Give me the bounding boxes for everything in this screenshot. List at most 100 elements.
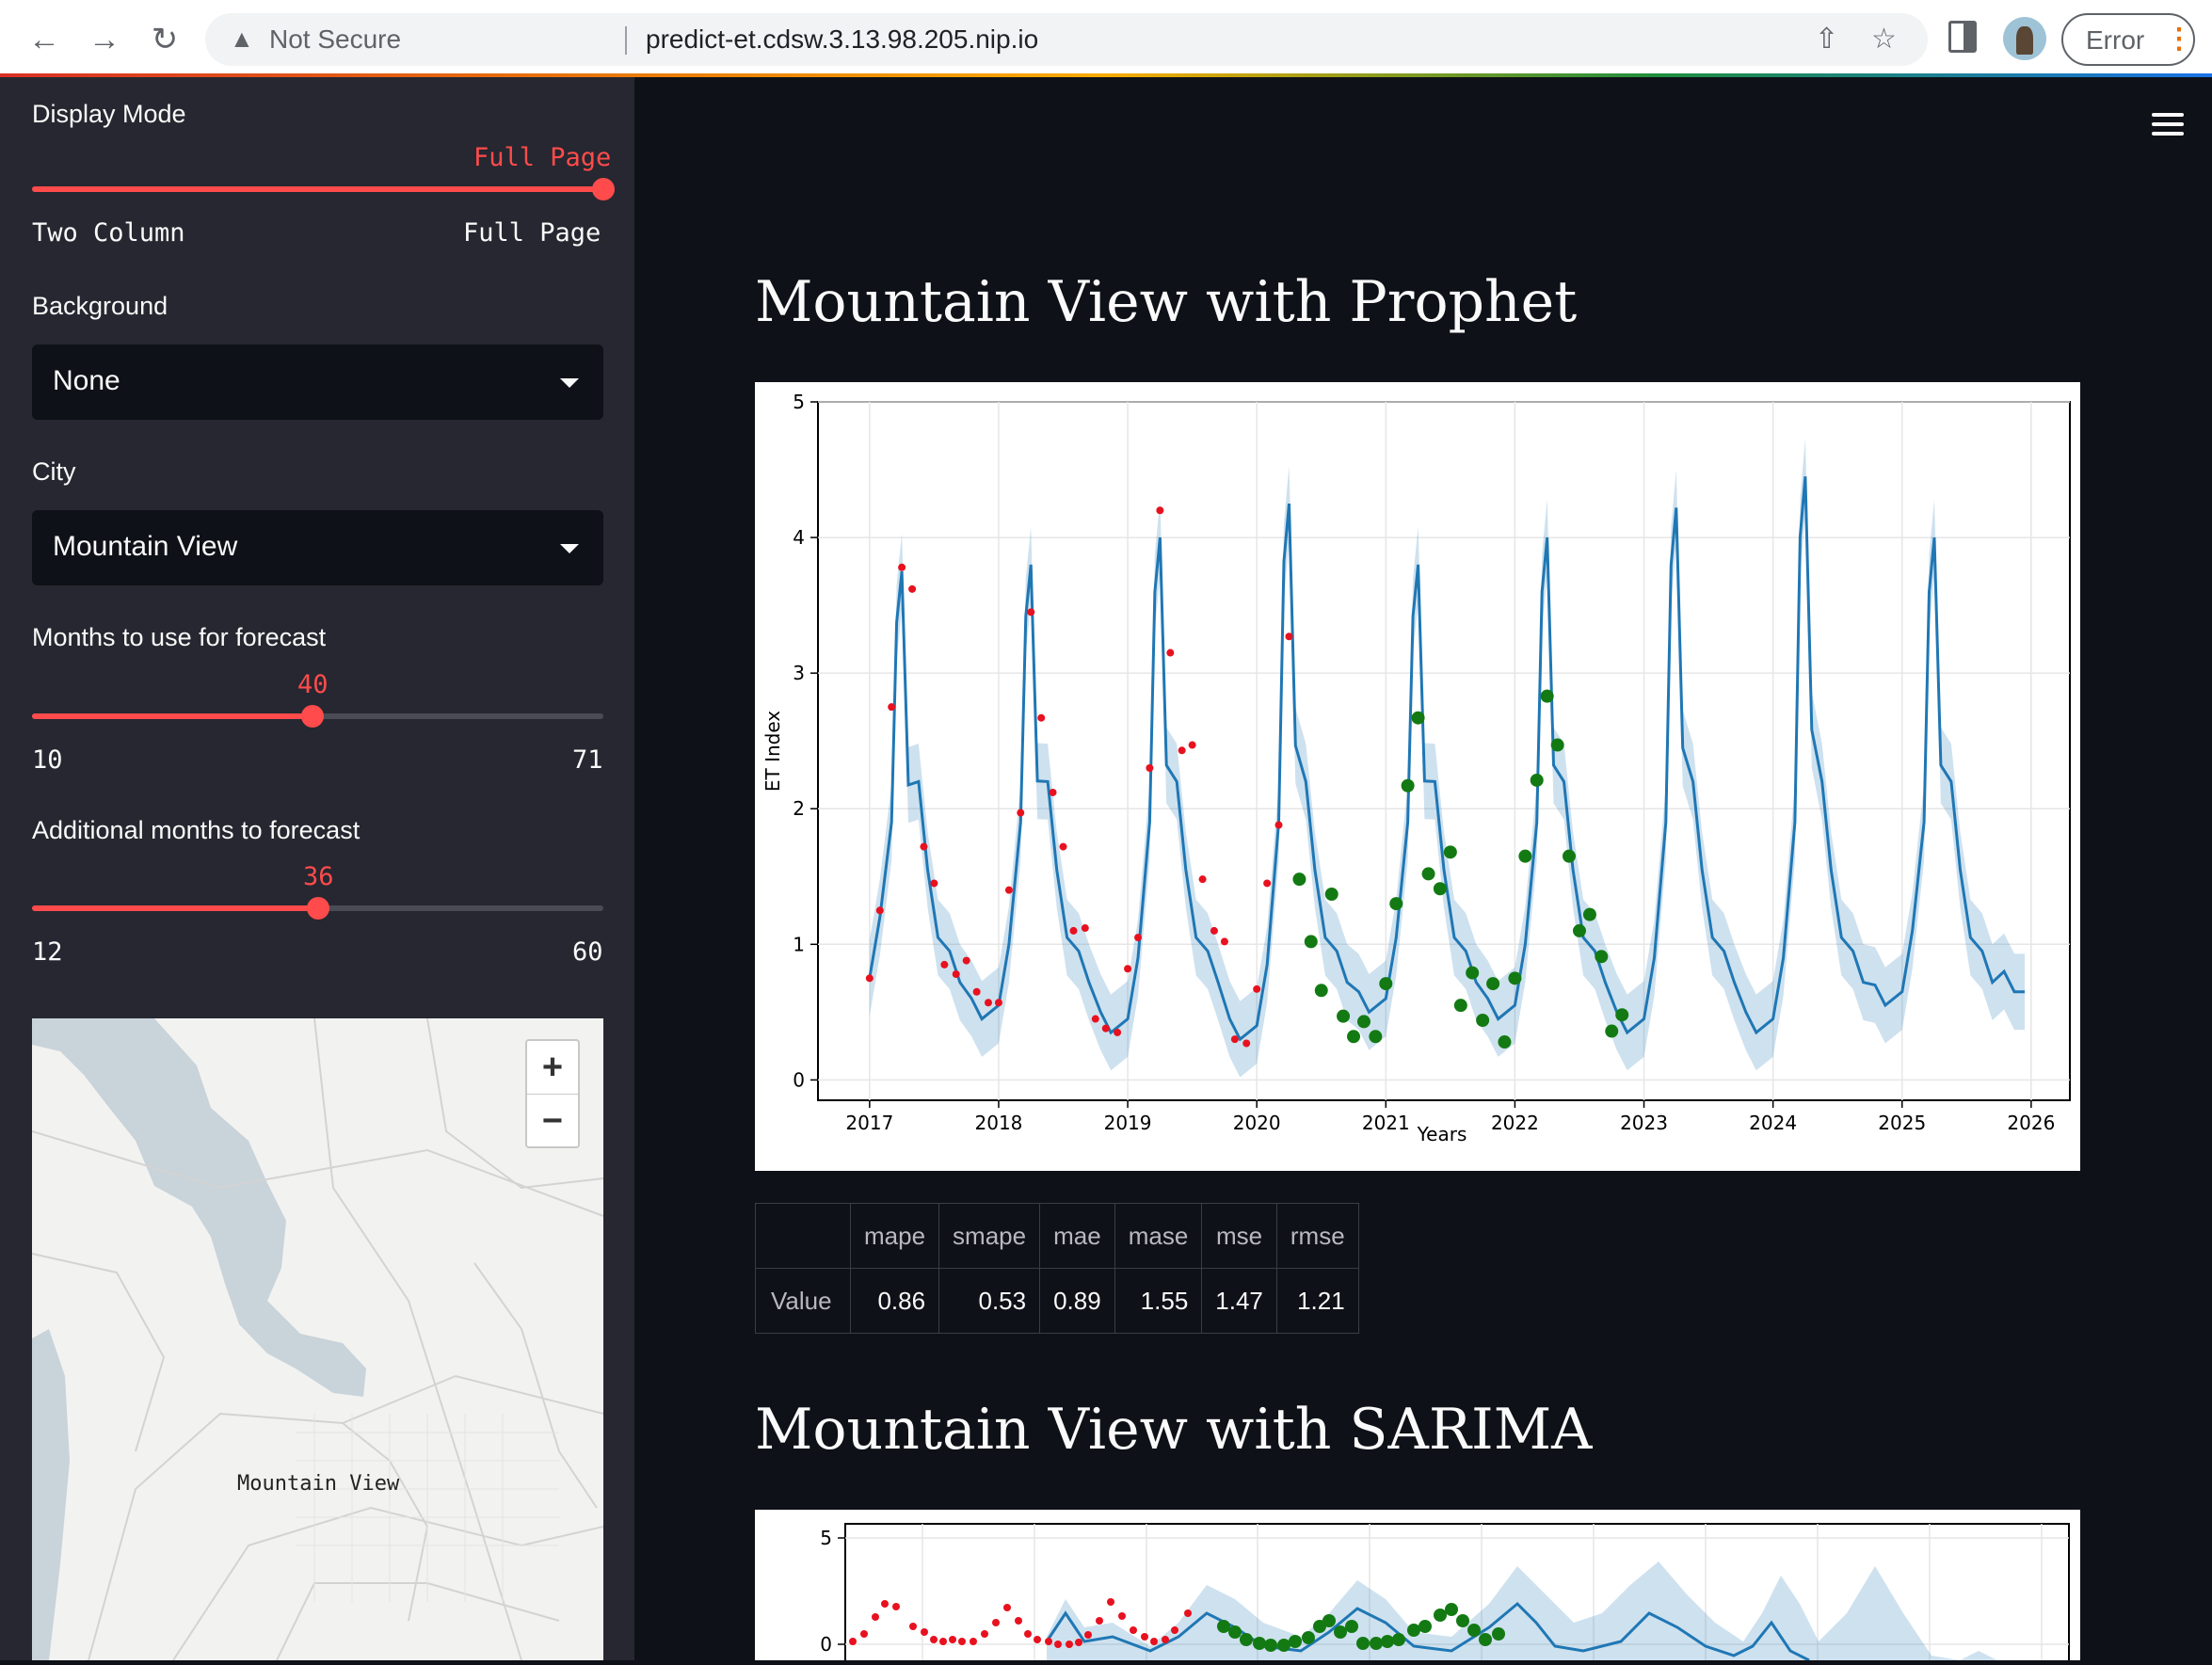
train-data-point	[1253, 985, 1261, 993]
train-data-point	[1114, 1028, 1122, 1036]
x-tick-label: 2021	[1362, 1112, 1410, 1134]
sarima-train-point	[1066, 1641, 1073, 1648]
additional-months-slider-thumb[interactable]	[307, 897, 329, 920]
train-data-point	[1178, 746, 1186, 755]
chevron-down-icon	[560, 378, 579, 388]
train-data-point	[994, 999, 1002, 1007]
metrics-cell: 1.47	[1201, 1268, 1277, 1334]
train-data-point	[1081, 924, 1089, 933]
sarima-train-point	[1150, 1638, 1158, 1645]
train-data-point	[908, 584, 917, 593]
sarima-test-point	[1322, 1614, 1336, 1627]
train-data-point	[898, 563, 906, 571]
sarima-train-point	[949, 1636, 956, 1643]
months-forecast-value: 40	[297, 670, 329, 699]
address-bar[interactable]: ▲ Not Secure predict-et.cdsw.3.13.98.205…	[205, 13, 1928, 66]
months-forecast-slider-fill	[32, 713, 313, 719]
forecast-uncertainty-band	[869, 438, 2025, 1078]
zoom-in-button[interactable]: +	[527, 1041, 578, 1094]
sarima-test-point	[1392, 1633, 1405, 1646]
zoom-out-button[interactable]: −	[527, 1095, 578, 1147]
display-mode-option-min: Two Column	[32, 218, 185, 248]
background-select-value: None	[53, 365, 120, 396]
sarima-train-point	[1075, 1639, 1082, 1646]
sarima-train-point	[992, 1619, 1000, 1626]
sarima-train-point	[909, 1623, 917, 1630]
sarima-test-point	[1334, 1625, 1347, 1639]
metrics-cell: 1.55	[1114, 1268, 1203, 1334]
x-tick-label: 2024	[1749, 1112, 1797, 1134]
kebab-menu-icon[interactable]: ⋮	[2165, 23, 2193, 56]
profile-error-button[interactable]: Error ⋮	[2061, 13, 2195, 66]
additional-months-slider[interactable]	[32, 897, 603, 920]
display-mode-slider-thumb[interactable]	[592, 178, 615, 200]
chevron-down-icon	[560, 544, 579, 553]
train-data-point	[1210, 926, 1218, 935]
train-data-point	[1004, 886, 1013, 894]
train-data-point	[940, 960, 949, 969]
test-data-point	[1508, 971, 1522, 985]
sarima-chart: 50	[755, 1510, 2080, 1665]
bay-water	[32, 1018, 366, 1397]
background-select[interactable]: None	[32, 344, 603, 420]
sarima-train-point	[1107, 1598, 1114, 1606]
display-mode-slider[interactable]	[32, 178, 615, 200]
profile-avatar[interactable]	[2003, 17, 2046, 60]
months-forecast-slider-thumb[interactable]	[301, 705, 324, 728]
sarima-train-point	[881, 1600, 889, 1608]
metrics-cell: 0.89	[1039, 1268, 1115, 1334]
sarima-test-point	[1445, 1603, 1458, 1616]
x-tick-label: 2017	[845, 1112, 893, 1134]
forward-icon[interactable]: →	[81, 16, 128, 63]
metrics-header: rmse	[1275, 1203, 1359, 1269]
sarima-train-point	[860, 1630, 868, 1638]
city-select-value: Mountain View	[53, 531, 238, 562]
test-data-point	[1530, 773, 1544, 787]
sarima-test-point	[1467, 1624, 1481, 1637]
city-select[interactable]: Mountain View	[32, 510, 603, 585]
sarima-test-point	[1434, 1609, 1447, 1622]
x-tick-label: 2019	[1104, 1112, 1152, 1134]
share-icon[interactable]: ⇧	[1815, 23, 1838, 56]
train-data-point	[1134, 934, 1143, 942]
sarima-train-point	[1162, 1636, 1169, 1643]
test-data-point	[1563, 849, 1576, 863]
train-data-point	[952, 970, 960, 979]
security-label[interactable]: Not Secure	[269, 24, 401, 55]
test-data-point	[1389, 897, 1403, 911]
sarima-test-point	[1479, 1633, 1492, 1646]
months-forecast-label: Months to use for forecast	[32, 623, 327, 651]
test-data-point	[1347, 1030, 1361, 1044]
back-icon[interactable]: ←	[21, 16, 68, 63]
x-tick-label: 2022	[1491, 1112, 1539, 1134]
months-forecast-min: 10	[32, 745, 63, 775]
url-text[interactable]: predict-et.cdsw.3.13.98.205.nip.io	[646, 24, 1038, 55]
sarima-train-point	[1024, 1630, 1032, 1638]
ocean-water	[32, 1329, 70, 1660]
prophet-chart-svg: 2017 2018 2019 2020 2021 2022 2023 2024 2025 2026…	[761, 391, 2071, 1145]
months-forecast-slider[interactable]	[32, 705, 603, 728]
sarima-train-point	[1118, 1612, 1126, 1620]
display-mode-label: Display Mode	[32, 100, 186, 128]
sarima-test-point	[1456, 1614, 1469, 1627]
x-tick-label: 2018	[975, 1112, 1023, 1134]
display-mode-value: Full Page	[473, 143, 612, 172]
x-axis-label: Years	[1417, 1123, 1467, 1145]
sarima-title: Mountain View with SARIMA	[755, 1397, 1593, 1463]
sarima-test-point	[1240, 1633, 1253, 1646]
city-map[interactable]: + − Mountain View	[32, 1018, 603, 1660]
bookmark-star-icon[interactable]: ☆	[1871, 23, 1897, 56]
train-data-point	[1069, 926, 1078, 935]
train-data-point	[1156, 506, 1164, 515]
additional-months-label: Additional months to forecast	[32, 816, 361, 844]
sarima-test-point	[1356, 1637, 1370, 1650]
train-data-point	[1188, 741, 1196, 749]
x-tick-label: 2025	[1878, 1112, 1926, 1134]
reload-icon[interactable]: ↻	[141, 16, 188, 63]
test-data-point	[1337, 1009, 1351, 1023]
sarima-train-point	[1171, 1626, 1178, 1634]
side-panel-icon[interactable]	[1948, 21, 1977, 53]
hamburger-menu-icon[interactable]	[2152, 113, 2184, 141]
sarima-train-point	[939, 1638, 947, 1645]
browser-toolbar: ← → ↻ ▲ Not Secure predict-et.cdsw.3.13.…	[0, 0, 2212, 77]
